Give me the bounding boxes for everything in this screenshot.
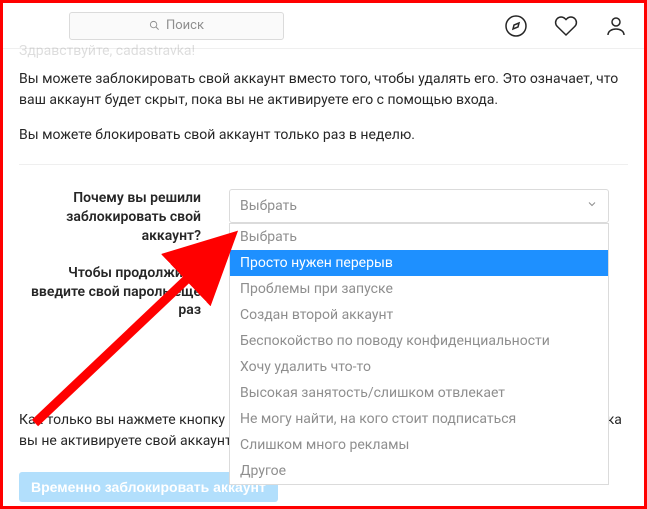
reason-select-value: Выбрать bbox=[240, 198, 297, 214]
heart-icon[interactable] bbox=[554, 14, 578, 38]
main-content: Здравствуйте, cadastravka! Вы можете заб… bbox=[3, 49, 644, 509]
search-placeholder: Поиск bbox=[166, 18, 204, 33]
reason-dropdown[interactable]: ВыбратьПросто нужен перерывПроблемы при … bbox=[229, 223, 609, 485]
dropdown-option[interactable]: Высокая занятость/слишком отвлекает bbox=[230, 380, 608, 406]
dropdown-option[interactable]: Создан второй аккаунт bbox=[230, 302, 608, 328]
dropdown-option[interactable]: Не могу найти, на кого стоит подписаться bbox=[230, 406, 608, 432]
profile-icon[interactable] bbox=[604, 14, 628, 38]
dropdown-option[interactable]: Другое bbox=[230, 458, 608, 484]
dropdown-option[interactable]: Просто нужен перерыв bbox=[230, 250, 608, 276]
info-paragraph-2: Вы можете блокировать свой аккаунт тольк… bbox=[19, 125, 628, 146]
chevron-down-icon bbox=[586, 198, 598, 214]
search-input[interactable]: Поиск bbox=[69, 12, 284, 40]
dropdown-option[interactable]: Слишком много рекламы bbox=[230, 432, 608, 458]
reason-select[interactable]: Выбрать bbox=[229, 189, 609, 223]
divider bbox=[19, 164, 628, 165]
dropdown-option[interactable]: Хочу удалить что-то bbox=[230, 354, 608, 380]
search-icon bbox=[149, 20, 160, 31]
greeting-cutoff: Здравствуйте, cadastravka! bbox=[19, 43, 628, 59]
reason-label: Почему вы решили заблокировать свой акка… bbox=[19, 189, 229, 246]
dropdown-option[interactable]: Беспокойство по поводу конфиденциальност… bbox=[230, 328, 608, 354]
info-paragraph-1: Вы можете заблокировать свой аккаунт вме… bbox=[19, 69, 628, 111]
password-label: Чтобы продолжить, введите свой пароль ещ… bbox=[19, 264, 229, 321]
dropdown-option[interactable]: Проблемы при запуске bbox=[230, 276, 608, 302]
dropdown-option[interactable]: Выбрать bbox=[230, 224, 608, 250]
explore-icon[interactable] bbox=[504, 14, 528, 38]
